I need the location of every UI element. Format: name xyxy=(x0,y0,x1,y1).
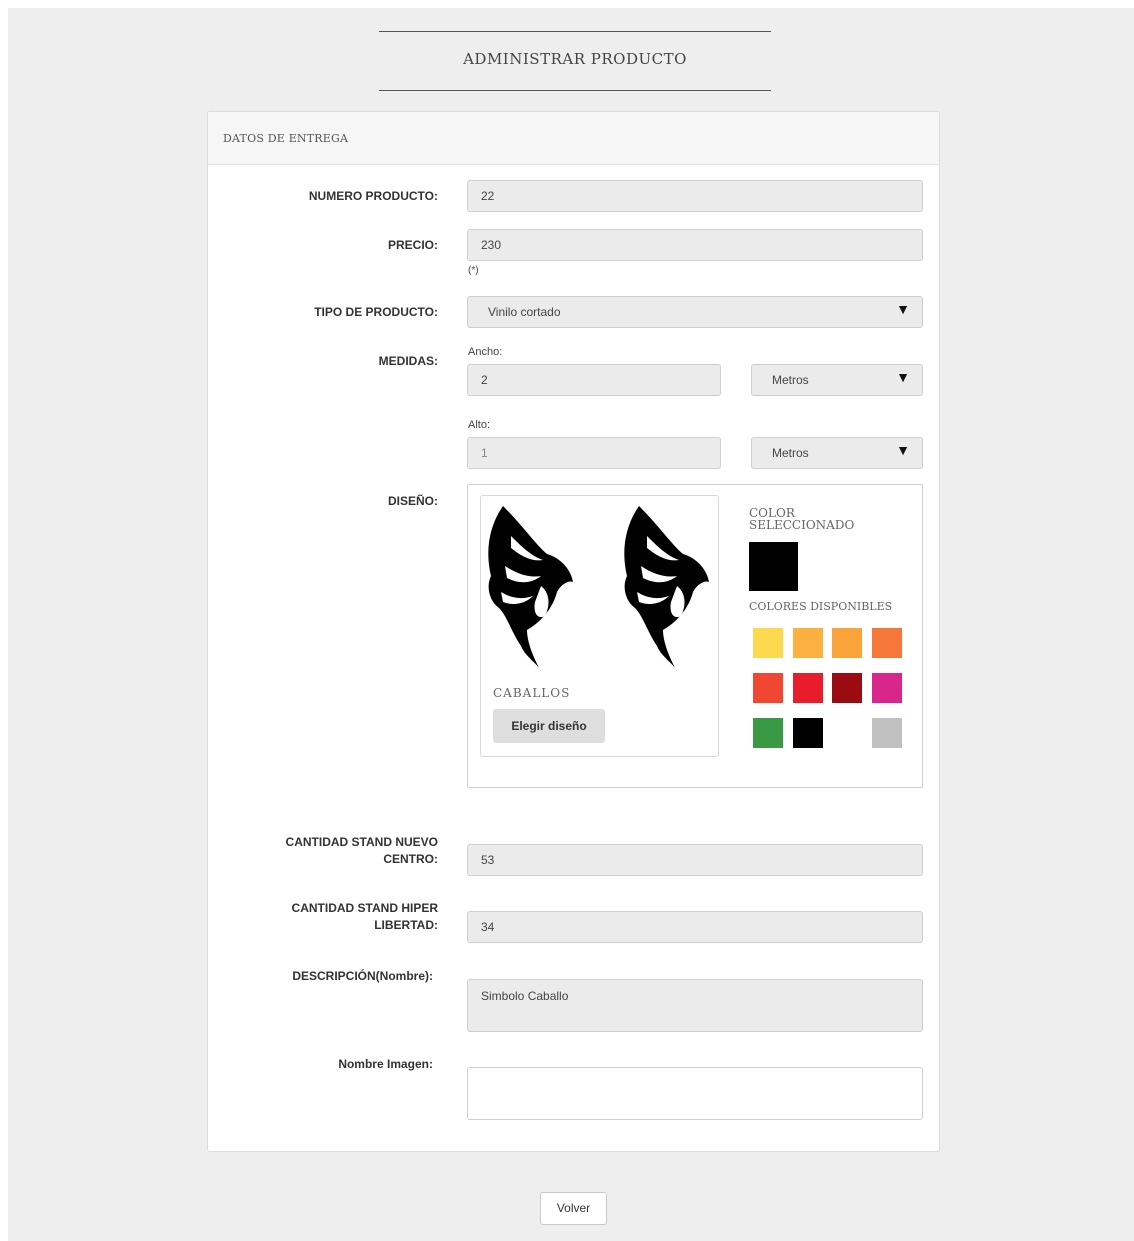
color-swatch[interactable] xyxy=(832,628,862,658)
design-name: CABALLOS xyxy=(493,686,571,700)
color-swatch[interactable] xyxy=(832,673,862,703)
panel-header: DATOS DE ENTREGA xyxy=(208,112,939,165)
ancho-field[interactable]: 2 xyxy=(467,364,721,396)
selected-color-swatch xyxy=(749,542,798,591)
dropdown-arrow-icon: ▼ xyxy=(896,301,910,317)
precio-label: PRECIO: xyxy=(387,238,438,252)
alto-unit-value: Metros xyxy=(772,446,809,460)
selected-color-label: COLOR SELECCIONADO xyxy=(749,506,855,532)
ancho-label: Ancho: xyxy=(468,346,503,358)
color-swatch[interactable] xyxy=(792,628,823,658)
color-swatch[interactable] xyxy=(871,628,902,658)
choose-design-button[interactable]: Elegir diseño xyxy=(493,709,605,743)
color-swatch[interactable] xyxy=(792,673,823,703)
title-top-rule xyxy=(379,31,771,32)
design-box: CABALLOS Elegir diseño COLOR SELECCIONAD… xyxy=(467,484,923,788)
tipo-producto-label: TIPO DE PRODUCTO: xyxy=(314,305,438,319)
nombre-imagen-label: Nombre Imagen: xyxy=(338,1057,433,1071)
descripcion-textarea[interactable]: Simbolo Caballo xyxy=(467,979,923,1032)
stand-hiper-libertad-label-line1: CANTIDAD STAND HIPER xyxy=(291,901,438,915)
color-swatch[interactable] xyxy=(792,718,823,748)
alto-label: Alto: xyxy=(468,419,491,431)
design-card: CABALLOS Elegir diseño xyxy=(480,495,719,757)
dropdown-arrow-icon: ▼ xyxy=(896,369,910,385)
precio-required-note: (*) xyxy=(468,265,479,276)
nombre-imagen-field[interactable] xyxy=(467,1067,923,1120)
alto-field[interactable]: 1 xyxy=(467,437,721,469)
horse-design-image xyxy=(488,506,709,668)
descripcion-label: DESCRIPCIÓN(Nombre): xyxy=(292,969,433,983)
back-button[interactable]: Volver xyxy=(540,1192,607,1225)
stand-hiper-libertad-label: CANTIDAD STAND HIPER LIBERTAD: xyxy=(230,900,438,934)
color-swatch[interactable] xyxy=(871,673,902,703)
panel-title: DATOS DE ENTREGA xyxy=(223,132,349,145)
color-swatch[interactable] xyxy=(753,673,783,703)
alto-unit-select[interactable]: Metros ▼ xyxy=(751,437,923,469)
diseno-label: DISEÑO: xyxy=(387,494,438,508)
ancho-unit-value: Metros xyxy=(772,373,809,387)
tipo-producto-value: Vinilo cortado xyxy=(488,305,561,319)
color-swatch[interactable] xyxy=(832,718,862,748)
color-swatch[interactable] xyxy=(753,628,783,658)
stand-nuevo-centro-label-line1: CANTIDAD STAND NUEVO xyxy=(285,835,438,849)
ancho-unit-select[interactable]: Metros ▼ xyxy=(751,364,923,396)
stand-nuevo-centro-field[interactable]: 53 xyxy=(467,844,923,876)
medidas-label: MEDIDAS: xyxy=(378,354,438,368)
color-swatch[interactable] xyxy=(753,718,783,748)
tipo-producto-select[interactable]: Vinilo cortado ▼ xyxy=(467,296,923,328)
precio-field[interactable]: 230 xyxy=(467,229,923,261)
numero-producto-field[interactable]: 22 xyxy=(467,180,923,212)
page-title: ADMINISTRAR PRODUCTO xyxy=(463,50,687,68)
title-bottom-rule xyxy=(379,90,771,91)
stand-hiper-libertad-field[interactable]: 34 xyxy=(467,911,923,943)
available-colors-label: COLORES DISPONIBLES xyxy=(749,600,893,613)
numero-producto-label: NUMERO PRODUCTO: xyxy=(308,189,438,203)
dropdown-arrow-icon: ▼ xyxy=(896,442,910,458)
color-swatch[interactable] xyxy=(871,718,902,748)
stand-nuevo-centro-label: CANTIDAD STAND NUEVO CENTRO: xyxy=(230,834,438,868)
stand-hiper-libertad-label-line2: LIBERTAD: xyxy=(374,918,438,932)
stand-nuevo-centro-label-line2: CENTRO: xyxy=(383,852,438,866)
